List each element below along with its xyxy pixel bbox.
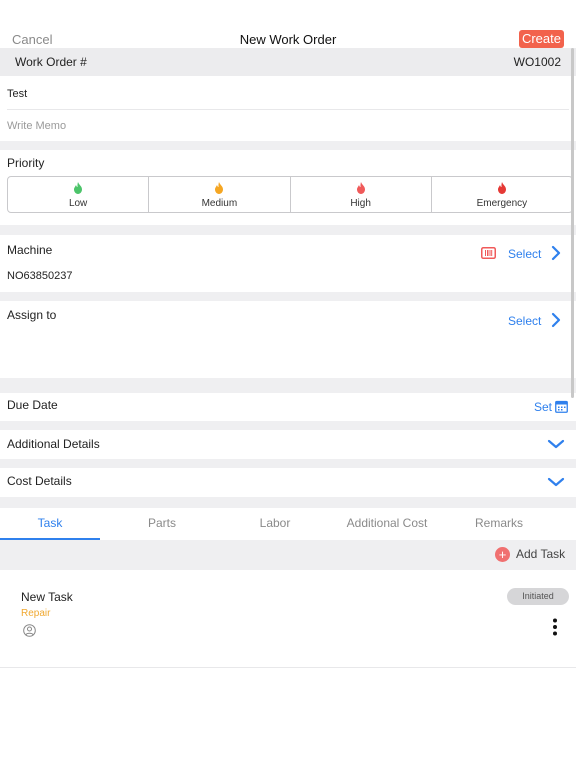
tab-remarks[interactable]: Remarks: [449, 516, 549, 530]
priority-label: High: [350, 198, 371, 209]
tab-bar: Task Parts Labor Additional Cost Remarks: [0, 508, 576, 540]
chevron-right-icon[interactable]: [551, 312, 561, 328]
chevron-down-icon[interactable]: [547, 438, 565, 450]
due-date-title: Due Date: [7, 398, 58, 412]
section-divider: [0, 225, 576, 235]
priority-high[interactable]: High: [291, 177, 432, 212]
page-title: New Work Order: [239, 32, 337, 47]
assign-title: Assign to: [7, 308, 57, 322]
section-divider: [0, 459, 576, 468]
due-date-set-button[interactable]: Set: [534, 400, 552, 414]
section-divider: [0, 141, 576, 150]
cost-details-title[interactable]: Cost Details: [7, 474, 72, 488]
work-order-number: WO1002: [513, 55, 561, 69]
add-task-bar: + Add Task: [0, 540, 576, 570]
priority-emergency[interactable]: Emergency: [432, 177, 572, 212]
priority-label: Medium: [201, 198, 238, 209]
user-icon: [23, 624, 36, 637]
priority-label: Low: [68, 198, 88, 209]
section-divider: [0, 497, 576, 508]
add-task-button[interactable]: Add Task: [516, 547, 565, 561]
title-field[interactable]: Test: [7, 88, 27, 100]
status-badge: Initiated: [507, 588, 569, 605]
priority-low[interactable]: Low: [8, 177, 150, 212]
flame-icon: [356, 182, 365, 194]
additional-details-title[interactable]: Additional Details: [7, 437, 100, 451]
navigation-bar: Cancel New Work Order Create: [0, 0, 576, 48]
flame-icon: [215, 182, 224, 194]
machine-select-button[interactable]: Select: [508, 247, 541, 261]
section-divider: [0, 292, 576, 301]
machine-title: Machine: [7, 243, 53, 257]
assign-select-button[interactable]: Select: [508, 314, 541, 328]
section-divider: [0, 421, 576, 430]
plus-icon[interactable]: +: [495, 547, 510, 562]
memo-field[interactable]: Write Memo: [7, 120, 66, 132]
work-order-label: Work Order #: [15, 55, 87, 69]
scrollbar[interactable]: [571, 48, 574, 398]
create-button[interactable]: Create: [518, 30, 564, 48]
flame-icon: [74, 182, 83, 194]
task-card[interactable]: New Task Repair Initiated: [0, 578, 576, 668]
machine-value: NO63850237: [7, 270, 73, 282]
task-type: Repair: [21, 608, 51, 619]
calendar-icon[interactable]: [555, 400, 568, 413]
task-title: New Task: [21, 590, 73, 604]
tab-labor[interactable]: Labor: [225, 516, 325, 530]
tab-parts[interactable]: Parts: [112, 516, 212, 530]
flame-icon: [497, 182, 506, 194]
chevron-down-icon[interactable]: [547, 476, 565, 488]
more-vertical-icon[interactable]: [552, 618, 558, 636]
chevron-right-icon[interactable]: [551, 245, 561, 261]
priority-medium[interactable]: Medium: [149, 177, 291, 212]
tab-task[interactable]: Task: [0, 516, 100, 530]
priority-selector: Low Medium High Emergency: [7, 176, 573, 213]
tab-additional-cost[interactable]: Additional Cost: [337, 516, 437, 530]
barcode-scan-icon[interactable]: [481, 247, 496, 259]
work-order-bar: Work Order # WO1002: [0, 48, 576, 76]
priority-title: Priority: [7, 156, 45, 170]
section-divider: [0, 378, 576, 393]
divider: [7, 109, 569, 110]
priority-label: Emergency: [476, 198, 528, 209]
